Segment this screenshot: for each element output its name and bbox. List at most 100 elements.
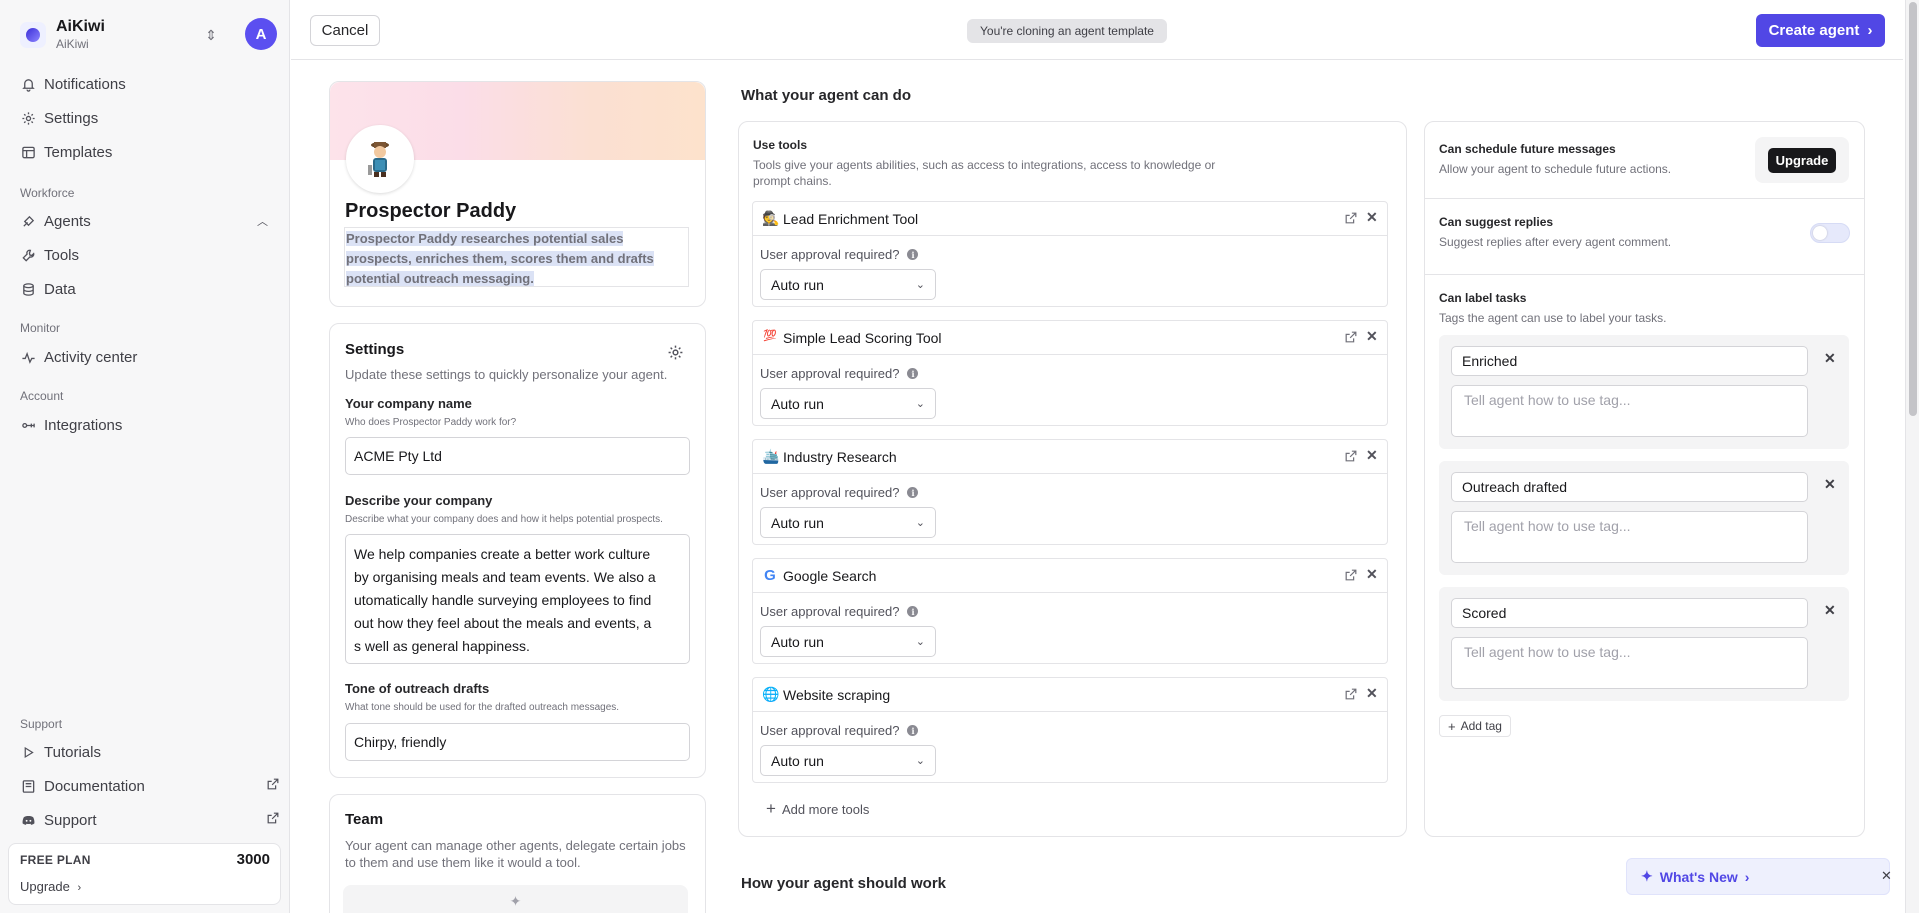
chevron-updown-icon[interactable]: ⇕ [201, 24, 221, 46]
run-mode-select[interactable]: Auto run ⌄ [760, 269, 936, 300]
approval-row: User approval required? i [760, 247, 919, 262]
add-more-tools-label: Add more tools [781, 801, 870, 817]
sidebar-item-label: Tutorials [44, 743, 101, 761]
sidebar-item-support[interactable]: Support [20, 806, 280, 834]
sidebar-item-tools[interactable]: Tools [20, 241, 280, 269]
add-more-tools-button[interactable]: + Add more tools [766, 799, 869, 819]
info-icon[interactable]: i [907, 368, 919, 379]
plan-card: FREE PLAN 3000 Upgrade › [8, 843, 281, 905]
chevron-down-icon: ⌄ [915, 517, 925, 529]
company-name-input[interactable]: ACME Pty Ltd [345, 437, 690, 475]
run-mode-select[interactable]: Auto run ⌄ [760, 745, 936, 776]
remove-tag-icon[interactable]: ✕ [1824, 350, 1836, 367]
agent-avatar[interactable] [346, 125, 414, 193]
run-mode-select[interactable]: Auto run ⌄ [760, 388, 936, 419]
info-icon[interactable]: i [907, 606, 919, 617]
tag-instructions-textarea[interactable]: Tell agent how to use tag... [1451, 385, 1808, 437]
info-icon[interactable]: i [907, 487, 919, 498]
workspace-switcher[interactable]: AiKiwi AiKiwi ⇕ A [16, 16, 280, 54]
open-external-icon[interactable] [1344, 330, 1358, 344]
how-should-work-heading: How your agent should work [741, 875, 947, 892]
describe-company-hint: Describe what your company does and how … [345, 514, 663, 525]
chevron-right-icon: › [77, 882, 82, 894]
close-icon[interactable]: ✕ [1881, 868, 1892, 884]
add-tag-label: Add tag [1460, 719, 1502, 733]
company-name-label: Your company name [345, 396, 472, 411]
tag-item: Scored Tell agent how to use tag... ✕ [1439, 587, 1849, 701]
sidebar-item-tutorials[interactable]: Tutorials [20, 738, 280, 766]
plus-icon: + [766, 799, 776, 818]
agent-description-field[interactable]: Prospector Paddy researches potential sa… [344, 227, 689, 287]
tag-instructions-textarea[interactable]: Tell agent how to use tag... [1451, 511, 1808, 563]
sidebar-item-label: Data [44, 280, 76, 298]
tool-item: 🌐 Website scraping ✕ User approval requi… [752, 677, 1388, 783]
app-name: AiKiwi [56, 18, 105, 35]
sidebar-item-integrations[interactable]: Integrations [20, 411, 280, 439]
run-mode-select[interactable]: Auto run ⌄ [760, 507, 936, 538]
whats-new-link[interactable]: ✦ What's New › [1641, 868, 1749, 885]
tag-name-input[interactable]: Outreach drafted [1451, 472, 1808, 502]
upgrade-button[interactable]: Upgrade [1767, 147, 1837, 173]
sidebar-item-label: Support [44, 811, 97, 829]
describe-company-textarea[interactable]: We help companies create a better work c… [345, 534, 690, 664]
plan-upgrade-link[interactable]: Upgrade › [20, 879, 81, 894]
plan-credits: 3000 [236, 851, 270, 868]
tone-hint: What tone should be used for the drafted… [345, 702, 620, 713]
chevron-up-icon[interactable]: ︿ [257, 213, 268, 229]
open-external-icon[interactable] [1344, 568, 1358, 582]
remove-tag-icon[interactable]: ✕ [1824, 602, 1836, 619]
tag-name-input[interactable]: Scored [1451, 598, 1808, 628]
whats-new-banner[interactable]: ✦ What's New › ✕ [1626, 858, 1892, 895]
capabilities-card: Can schedule future messages Allow your … [1424, 121, 1865, 837]
describe-company-label: Describe your company [345, 493, 493, 508]
open-external-icon[interactable] [1344, 211, 1358, 225]
user-avatar[interactable]: A [245, 18, 277, 50]
external-link-icon [266, 811, 280, 829]
team-card: Team Your agent can manage other agents,… [329, 794, 706, 913]
tone-input[interactable]: Chirpy, friendly [345, 723, 690, 761]
chevron-right-icon: › [1744, 868, 1750, 885]
remove-tool-icon[interactable]: ✕ [1366, 328, 1378, 345]
add-team-agent-area[interactable]: ✦ [343, 885, 688, 913]
plan-upgrade-label: Upgrade [20, 879, 70, 894]
workspace-name: AiKiwi [56, 37, 89, 51]
sidebar-item-settings[interactable]: Settings [20, 104, 280, 132]
agent-name[interactable]: Prospector Paddy [345, 200, 516, 223]
scrollbar-thumb[interactable] [1909, 2, 1917, 416]
approval-label: User approval required? [760, 723, 900, 738]
info-icon[interactable]: i [907, 725, 919, 736]
sidebar-item-activity-center[interactable]: Activity center [20, 343, 280, 371]
approval-row: User approval required? i [760, 366, 919, 381]
settings-gear-icon[interactable] [667, 344, 684, 364]
tag-name-input[interactable]: Enriched [1451, 346, 1808, 376]
remove-tool-icon[interactable]: ✕ [1366, 566, 1378, 583]
cancel-button[interactable]: Cancel [310, 15, 380, 46]
globe-icon: 🌐 [762, 686, 780, 702]
remove-tool-icon[interactable]: ✕ [1366, 447, 1378, 464]
chevron-down-icon: ⌄ [915, 755, 925, 767]
plus-icon: + [1448, 718, 1456, 734]
create-agent-button[interactable]: Create agent › [1756, 14, 1885, 47]
suggest-replies-toggle[interactable] [1810, 223, 1850, 243]
page-scrollbar[interactable] [1905, 0, 1919, 913]
settings-title: Settings [345, 341, 405, 358]
sidebar-item-templates[interactable]: Templates [20, 138, 280, 166]
sidebar-item-notifications[interactable]: Notifications [20, 70, 280, 98]
open-external-icon[interactable] [1344, 449, 1358, 463]
run-mode-select[interactable]: Auto run ⌄ [760, 626, 936, 657]
info-icon[interactable]: i [907, 249, 919, 260]
remove-tool-icon[interactable]: ✕ [1366, 209, 1378, 226]
remove-tag-icon[interactable]: ✕ [1824, 476, 1836, 493]
sidebar-item-agents[interactable]: Agents ︿ [20, 207, 280, 235]
tool-name: Website scraping [783, 687, 891, 703]
remove-tool-icon[interactable]: ✕ [1366, 685, 1378, 702]
sidebar-item-documentation[interactable]: Documentation [20, 772, 280, 800]
tool-header: 🛳️ Industry Research ✕ [753, 440, 1387, 474]
chevron-down-icon: ⌄ [915, 279, 925, 291]
gear-icon [20, 110, 36, 126]
tag-instructions-textarea[interactable]: Tell agent how to use tag... [1451, 637, 1808, 689]
add-tag-button[interactable]: + Add tag [1439, 715, 1511, 737]
open-external-icon[interactable] [1344, 687, 1358, 701]
sidebar-item-data[interactable]: Data [20, 275, 280, 303]
tag-item: Enriched Tell agent how to use tag... ✕ [1439, 335, 1849, 449]
